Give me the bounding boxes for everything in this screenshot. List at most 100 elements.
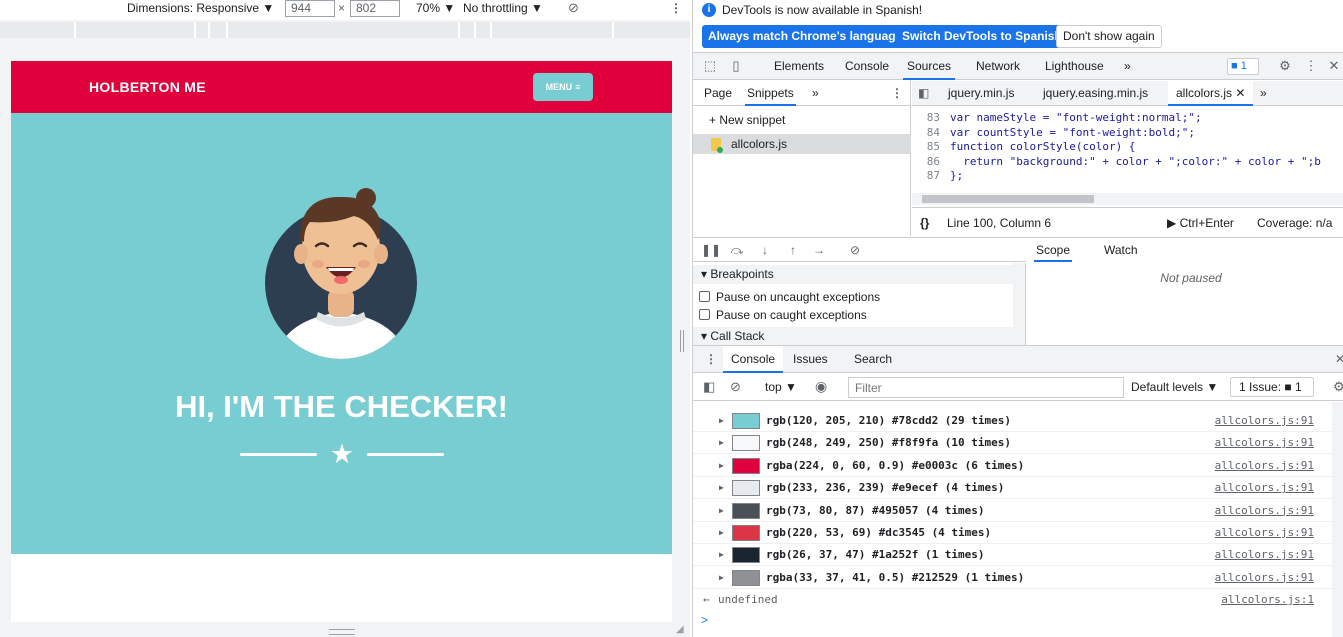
drawer-tab-issues[interactable]: Issues	[793, 346, 828, 373]
dont-show-again-button[interactable]: Don't show again	[1056, 25, 1162, 48]
code-line[interactable]: 85 function colorStyle(color) {	[912, 140, 1343, 155]
call-stack-section[interactable]: ▾ Call Stack	[693, 327, 1013, 346]
settings-gear-icon[interactable]: ⚙	[1277, 58, 1293, 74]
console-message[interactable]: ▶ rgba(33, 37, 41, 0.5) #212529 (1 times)…	[693, 567, 1343, 589]
close-tab-icon[interactable]: ✕	[1235, 86, 1245, 100]
tab-page[interactable]: Page	[704, 81, 732, 106]
device-toolbar-icon[interactable]: ▯	[728, 58, 744, 74]
expand-arrow-icon[interactable]: ▶	[719, 436, 724, 450]
new-snippet-button[interactable]: + New snippet	[709, 113, 785, 127]
more-options-icon[interactable]: ⋮	[1303, 58, 1319, 74]
scroll-thumb[interactable]	[922, 195, 1094, 203]
message-source-link[interactable]: allcolors.js:91	[1215, 548, 1314, 562]
pause-icon[interactable]: ❚❚	[701, 242, 721, 258]
resize-handle-corner[interactable]: ◢	[676, 624, 688, 636]
breakpoints-section[interactable]: ▾ Breakpoints	[693, 265, 1013, 284]
media-query-ruler[interactable]	[0, 22, 690, 38]
console-prompt[interactable]: >	[701, 613, 708, 627]
editor-tab-jquery-min[interactable]: jquery.min.js	[948, 81, 1014, 106]
expand-arrow-icon[interactable]: ▶	[719, 571, 724, 585]
more-tabs-icon[interactable]: »	[1124, 53, 1131, 80]
drawer-menu-icon[interactable]: ⋮	[705, 346, 717, 373]
console-scrollbar[interactable]	[1332, 402, 1343, 637]
console-message[interactable]: ▶ rgb(220, 53, 69) #dc3545 (4 times) allco…	[693, 522, 1343, 544]
tab-sources[interactable]: Sources	[903, 53, 956, 80]
more-options-icon[interactable]: ⋮	[670, 0, 682, 16]
log-levels-select[interactable]: Default levels ▼	[1131, 380, 1218, 394]
width-input[interactable]: 944	[285, 0, 335, 17]
tab-elements[interactable]: Elements	[774, 53, 824, 80]
code-line[interactable]: 83 var nameStyle = "font-weight:normal;";	[912, 111, 1343, 126]
switch-to-spanish-button[interactable]: Switch DevTools to Spanish	[896, 25, 1068, 48]
issue-count-button[interactable]: 1 Issue: ■ 1	[1230, 377, 1314, 397]
message-source-link[interactable]: allcolors.js:91	[1215, 459, 1314, 473]
console-message[interactable]: ▶ rgb(233, 236, 239) #e9ecef (4 times) all…	[693, 477, 1343, 500]
always-match-language-button[interactable]: Always match Chrome's language	[702, 25, 909, 48]
drawer-tab-console[interactable]: Console	[723, 346, 784, 373]
context-select[interactable]: top ▼	[765, 380, 797, 394]
message-source-link[interactable]: allcolors.js:91	[1215, 481, 1314, 495]
toggle-navigator-icon[interactable]: ◧	[918, 81, 929, 106]
message-source-link[interactable]: allcolors.js:91	[1215, 414, 1314, 428]
clear-console-icon[interactable]: ⊘	[730, 379, 741, 395]
rotate-icon[interactable]: ⊘	[568, 0, 579, 16]
editor-tab-allcolors[interactable]: allcolors.js ✕	[1168, 81, 1254, 106]
tab-watch[interactable]: Watch	[1104, 238, 1138, 262]
site-brand[interactable]: HOLBERTON ME	[89, 79, 206, 95]
console-message[interactable]: ▶ rgb(120, 205, 210) #78cdd2 (29 times) al…	[693, 410, 1343, 432]
expand-arrow-icon[interactable]: ▶	[719, 414, 724, 428]
console-settings-icon[interactable]: ⚙	[1333, 379, 1343, 395]
console-message[interactable]: ▶ rgba(224, 0, 60, 0.9) #e0003c (6 times)…	[693, 455, 1343, 477]
console-message[interactable]: ▶ rgb(26, 37, 47) #1a252f (1 times) allcol…	[693, 544, 1343, 567]
message-source-link[interactable]: allcolors.js:91	[1215, 436, 1314, 450]
step-out-icon[interactable]: ↑	[785, 242, 801, 258]
deactivate-breakpoints-icon[interactable]: ⊘	[847, 242, 863, 258]
height-input[interactable]: 802	[350, 0, 400, 17]
expand-arrow-icon[interactable]: ▶	[719, 459, 724, 473]
resize-handle-bottom[interactable]	[329, 629, 355, 635]
issues-badge[interactable]: ■ 1	[1227, 58, 1259, 75]
run-snippet-button[interactable]: ▶ Ctrl+Enter	[1167, 216, 1234, 230]
message-source-link[interactable]: allcolors.js:91	[1215, 526, 1314, 540]
throttling-select[interactable]: No throttling ▼	[463, 0, 543, 16]
tab-snippets[interactable]: Snippets	[745, 81, 796, 106]
navigator-menu-icon[interactable]: ⋮	[891, 81, 903, 106]
code-line[interactable]: 84 var countStyle = "font-weight:bold;";	[912, 126, 1343, 141]
expand-arrow-icon[interactable]: ▶	[719, 481, 724, 495]
message-source-link[interactable]: allcolors.js:91	[1215, 504, 1314, 518]
pause-uncaught-checkbox[interactable]: Pause on uncaught exceptions	[699, 289, 999, 305]
tab-console[interactable]: Console	[845, 53, 889, 80]
snippet-item[interactable]: allcolors.js	[693, 134, 911, 154]
tab-lighthouse[interactable]: Lighthouse	[1045, 53, 1104, 80]
expand-arrow-icon[interactable]: ▶	[719, 548, 724, 562]
code-line[interactable]: 87};	[912, 169, 1343, 184]
code-lines[interactable]: 83 var nameStyle = "font-weight:normal;";…	[912, 111, 1343, 191]
drawer-tab-search[interactable]: Search	[854, 346, 892, 373]
dimensions-select[interactable]: Dimensions: Responsive ▼	[127, 0, 274, 16]
close-devtools-icon[interactable]: ✕	[1326, 58, 1342, 74]
inspect-element-icon[interactable]: ⬚	[702, 58, 718, 74]
console-message[interactable]: ▶ rgb(73, 80, 87) #495057 (4 times) allcol…	[693, 500, 1343, 522]
tab-network[interactable]: Network	[976, 53, 1020, 80]
live-expression-eye-icon[interactable]: ◉	[815, 378, 827, 395]
editor-horizontal-scrollbar[interactable]	[912, 193, 1343, 205]
console-filter-input[interactable]	[848, 377, 1124, 398]
tab-scope[interactable]: Scope	[1034, 238, 1073, 262]
expand-arrow-icon[interactable]: ▶	[719, 504, 724, 518]
more-nav-tabs-icon[interactable]: »	[812, 81, 819, 106]
step-over-icon[interactable]: ⤼	[729, 242, 745, 258]
result-source-link[interactable]: allcolors.js:1	[1221, 593, 1314, 606]
code-line[interactable]: 86 return "background:" + color + ";colo…	[912, 155, 1343, 170]
menu-button[interactable]: MENU ≡	[533, 73, 593, 101]
more-editor-tabs-icon[interactable]: »	[1260, 81, 1267, 106]
debugger-scrollbar[interactable]	[1013, 263, 1025, 346]
step-into-icon[interactable]: ↓	[757, 242, 773, 258]
console-message[interactable]: ▶ rgb(248, 249, 250) #f8f9fa (10 times) al…	[693, 432, 1343, 455]
zoom-select[interactable]: 70% ▼	[416, 0, 455, 16]
console-sidebar-icon[interactable]: ◧	[703, 379, 715, 395]
step-icon[interactable]: →	[811, 242, 827, 258]
editor-tab-jquery-easing[interactable]: jquery.easing.min.js	[1043, 81, 1148, 106]
pause-caught-checkbox[interactable]: Pause on caught exceptions	[699, 307, 999, 323]
expand-arrow-icon[interactable]: ▶	[719, 526, 724, 540]
message-source-link[interactable]: allcolors.js:91	[1215, 571, 1314, 585]
